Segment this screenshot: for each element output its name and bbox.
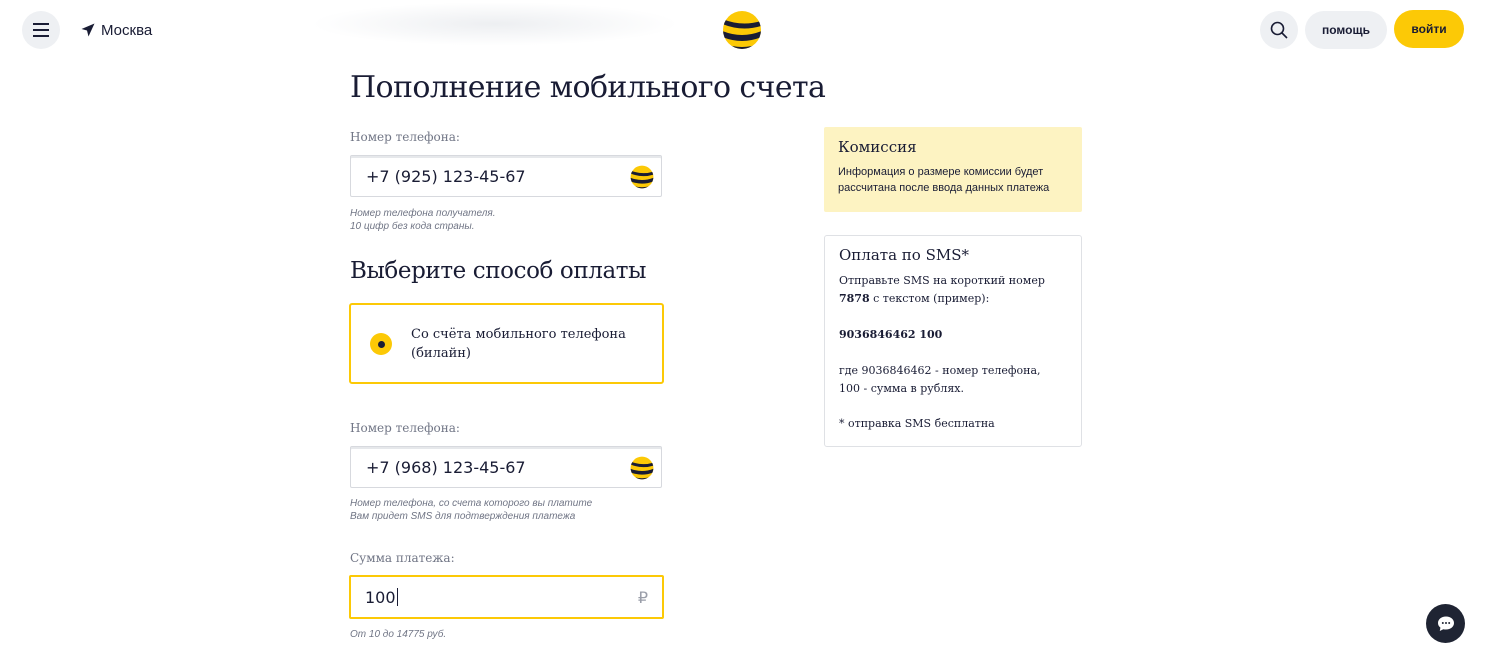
city-label: Москва: [101, 21, 153, 39]
sms-footnote: * отправка SMS бесплатна: [839, 417, 995, 430]
ruble-icon: ₽: [637, 588, 648, 607]
recipient-phone-hint: Номер телефона получателя. 10 цифр без к…: [350, 207, 496, 233]
city-selector[interactable]: Москва: [81, 19, 152, 41]
recipient-phone-value: +7 (925) 123-45-67: [366, 166, 526, 186]
recipient-phone-input[interactable]: +7 (925) 123-45-67: [350, 155, 662, 197]
sms-explain-line1: где 9036846462 - номер телефона,: [839, 364, 1041, 377]
recipient-hint-line1: Номер телефона получателя.: [350, 208, 496, 219]
sms-example-text: 9036846462 100: [839, 328, 943, 341]
payer-phone-label: Номер телефона:: [350, 421, 460, 435]
text-cursor: [396, 588, 398, 606]
sms-explain-line2: 100 - сумма в рублях.: [839, 382, 964, 395]
recipient-phone-label: Номер телефона:: [350, 130, 460, 144]
sms-example: 9036846462 100: [839, 326, 1067, 344]
payer-phone-value: +7 (968) 123-45-67: [366, 457, 526, 477]
chat-button[interactable]: [1426, 604, 1465, 643]
login-button[interactable]: войти: [1394, 10, 1464, 48]
page-title: Пополнение мобильного счета: [350, 70, 826, 105]
menu-button[interactable]: [22, 11, 60, 49]
amount-hint: От 10 до 14775 руб.: [350, 629, 447, 640]
help-button[interactable]: помощь: [1305, 11, 1387, 49]
amount-label: Сумма платежа:: [350, 551, 455, 565]
sms-intro-suffix: с текстом (пример):: [873, 292, 990, 305]
sms-intro-prefix: Отправьте SMS на короткий номер: [839, 274, 1045, 287]
amount-value: 100: [365, 587, 396, 607]
beeline-logo-small-icon: [630, 456, 654, 480]
payment-option-mobile[interactable]: Со счёта мобильного телефона (билайн): [349, 303, 664, 384]
beeline-logo[interactable]: [722, 10, 762, 50]
payment-method-title: Выберите способ оплаты: [350, 258, 647, 284]
radio-selected-dot: [377, 340, 385, 348]
commission-title: Комиссия: [838, 138, 917, 156]
sms-payment-box: Оплата по SMS* Отправьте SMS на короткий…: [824, 235, 1082, 447]
search-icon: [1270, 21, 1288, 39]
commission-text: Информация о размере комиссии будет расс…: [838, 166, 1050, 194]
menu-icon: [33, 23, 49, 37]
location-arrow-icon: [81, 23, 95, 37]
beeline-logo-small-icon: [630, 165, 654, 189]
recipient-hint-line2: 10 цифр без кода страны.: [350, 221, 475, 232]
chat-icon: [1437, 616, 1454, 631]
payer-phone-input[interactable]: +7 (968) 123-45-67: [350, 446, 662, 488]
sms-payment-title: Оплата по SMS*: [839, 246, 969, 264]
payer-hint-line1: Номер телефона, со счета которого вы пла…: [350, 498, 593, 509]
payment-option-label: Со счёта мобильного телефона (билайн): [411, 327, 626, 361]
search-button[interactable]: [1260, 11, 1298, 49]
amount-input[interactable]: 100 ₽: [349, 575, 664, 619]
payer-phone-hint: Номер телефона, со счета которого вы пла…: [350, 497, 592, 523]
payer-hint-line2: Вам придет SMS для подтверждения платежа: [350, 511, 576, 522]
header-decoration: [310, 2, 680, 46]
commission-box: Комиссия Информация о размере комиссии б…: [824, 127, 1082, 212]
sms-payment-intro: Отправьте SMS на короткий номер 7878 с т…: [839, 272, 1067, 308]
sms-explain: где 9036846462 - номер телефона, 100 - с…: [839, 362, 1067, 398]
sms-short-number: 7878: [839, 292, 870, 305]
payment-option-radio[interactable]: [370, 333, 392, 355]
